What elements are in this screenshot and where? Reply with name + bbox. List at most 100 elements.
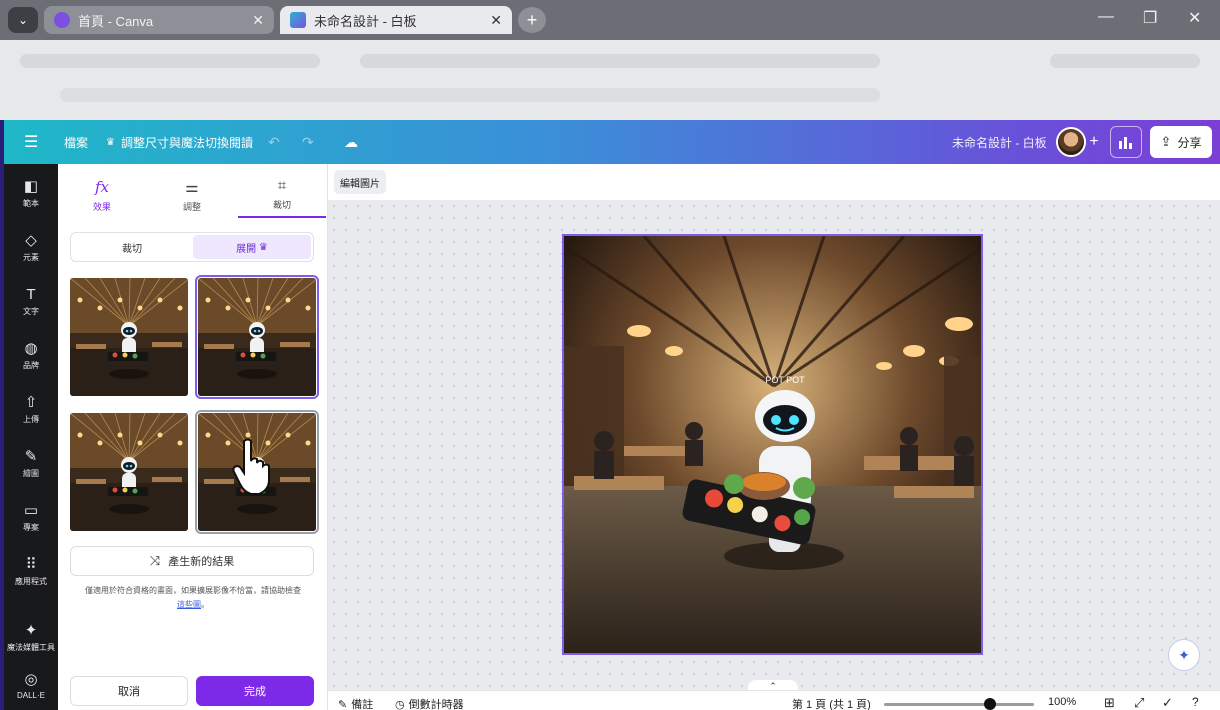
tab-label: 效果 bbox=[92, 201, 111, 212]
rail-label: 應用程式 bbox=[15, 577, 47, 586]
crown-icon: ♛ bbox=[106, 136, 115, 148]
generate-new-results-button[interactable]: ⤨ 產生新的結果 bbox=[70, 546, 314, 576]
hand-cursor-icon bbox=[232, 437, 274, 498]
rail-item-magic-media[interactable]: ✦ 魔法媒體工具 bbox=[4, 614, 58, 662]
magic-assistant-button[interactable]: ✦ bbox=[1168, 639, 1200, 671]
tab-title: 首頁 - Canva bbox=[78, 13, 154, 29]
rail-item-brand[interactable]: ◍ 品牌 bbox=[4, 332, 58, 380]
undo-icon[interactable]: ↶ bbox=[268, 120, 280, 164]
rail-label: DALL·E bbox=[16, 691, 45, 700]
address-bar-area bbox=[0, 40, 1220, 120]
done-button[interactable]: 完成 bbox=[196, 676, 314, 706]
sliders-icon: ⚌ bbox=[185, 178, 199, 196]
blurred-content bbox=[360, 54, 880, 68]
zoom-percent[interactable]: 100% bbox=[1048, 696, 1076, 708]
tab-label: 裁切 bbox=[272, 200, 291, 210]
whiteboard-favicon-icon bbox=[290, 12, 306, 28]
timer-button[interactable]: ◷ 倒數計時器 bbox=[395, 696, 464, 710]
crown-icon: ♛ bbox=[258, 241, 268, 253]
shapes-icon: ◇ bbox=[25, 232, 37, 249]
tab-effects[interactable]: fx 效果 bbox=[58, 172, 146, 218]
rail-item-dalle[interactable]: ◎ DALL·E bbox=[4, 662, 58, 710]
help-icon[interactable]: ? bbox=[1192, 695, 1199, 709]
rail-label: 元素 bbox=[23, 253, 39, 262]
resize-label: 調整尺寸與魔法切換閱讀 bbox=[120, 135, 253, 150]
robot-sign: POT POT bbox=[765, 375, 805, 385]
tab-adjust[interactable]: ⚌ 調整 bbox=[148, 172, 236, 218]
result-thumbnail-2[interactable] bbox=[195, 275, 319, 399]
tab-label: 調整 bbox=[182, 201, 201, 212]
close-icon[interactable]: ✕ bbox=[490, 12, 502, 29]
zoom-slider-handle[interactable] bbox=[984, 698, 996, 710]
rail-label: 專案 bbox=[23, 523, 39, 532]
rail-label: 文字 bbox=[23, 307, 39, 316]
result-thumbnail-1[interactable] bbox=[70, 278, 188, 396]
new-tab-button[interactable]: + bbox=[518, 7, 546, 33]
rail-item-text[interactable]: T 文字 bbox=[4, 278, 58, 326]
context-toolbar bbox=[328, 164, 1220, 200]
cloud-saved-icon[interactable]: ☁ bbox=[344, 120, 358, 164]
rail-item-projects[interactable]: ▭ 專案 bbox=[4, 494, 58, 542]
upload-icon: ⇧ bbox=[24, 394, 38, 411]
share-button[interactable]: ⇪ 分享 bbox=[1150, 126, 1212, 158]
tab-title: 未命名設計 - 白板 bbox=[314, 13, 417, 29]
grid-view-icon[interactable]: ⊞ bbox=[1104, 695, 1115, 710]
window-close-button[interactable]: ✕ bbox=[1188, 8, 1201, 28]
tab-untitled-design[interactable]: 未命名設計 - 白板 ✕ bbox=[280, 6, 512, 34]
rail-label: 魔法媒體工具 bbox=[7, 643, 55, 652]
brand-icon: ◍ bbox=[24, 340, 38, 357]
close-icon[interactable]: ✕ bbox=[252, 12, 264, 29]
minimize-button[interactable]: — bbox=[1098, 8, 1114, 26]
notes-button[interactable]: ✎ 備註 bbox=[338, 696, 373, 710]
restore-button[interactable]: ❐ bbox=[1143, 8, 1157, 28]
note-link[interactable]: 這些圖 bbox=[177, 600, 201, 609]
tab-crop[interactable]: ⌗ 裁切 bbox=[238, 172, 326, 218]
crop-expand-toggle: 裁切 展開 ♛ bbox=[70, 232, 314, 262]
canva-favicon-icon bbox=[54, 12, 70, 28]
edit-image-chip[interactable]: 編輯圖片 bbox=[334, 170, 386, 194]
cancel-button[interactable]: 取消 bbox=[70, 676, 188, 706]
share-label: 分享 bbox=[1177, 135, 1202, 150]
avatar[interactable] bbox=[1056, 127, 1086, 157]
editor-header: ☰ 檔案 ♛ 調整尺寸與魔法切換閱讀 ↶ ↷ ☁ 未命名設計 - 白板 + ⇪ … bbox=[4, 120, 1220, 164]
expand-option[interactable]: 展開 ♛ bbox=[193, 235, 311, 259]
rail-item-templates[interactable]: ◧ 範本 bbox=[4, 170, 58, 218]
crop-option[interactable]: 裁切 bbox=[73, 235, 191, 259]
redo-icon[interactable]: ↷ bbox=[302, 120, 314, 164]
rail-item-uploads[interactable]: ⇧ 上傳 bbox=[4, 386, 58, 434]
rail-item-elements[interactable]: ◇ 元素 bbox=[4, 224, 58, 272]
result-thumbnail-3[interactable] bbox=[70, 413, 188, 531]
layout-icon: ◧ bbox=[23, 178, 39, 195]
blurred-content bbox=[1050, 54, 1200, 68]
shuffle-icon: ⤨ bbox=[149, 553, 161, 568]
insights-button[interactable] bbox=[1110, 126, 1142, 158]
restaurant-robot-image[interactable]: POT POT bbox=[562, 234, 983, 655]
text-icon: T bbox=[26, 286, 36, 303]
file-menu[interactable]: 檔案 bbox=[64, 120, 88, 164]
check-icon[interactable]: ✓ bbox=[1162, 695, 1173, 710]
resize-menu[interactable]: ♛ 調整尺寸與魔法切換閱讀 bbox=[106, 120, 253, 164]
note-tail: 。 bbox=[201, 600, 209, 609]
rail-label: 繪圖 bbox=[23, 469, 39, 478]
fx-icon: fx bbox=[94, 177, 109, 196]
upload-icon: ⇪ bbox=[1160, 134, 1172, 149]
tab-search-button[interactable]: ⌄ bbox=[8, 7, 38, 33]
browser-tab-bar: ⌄ 首頁 - Canva ✕ 未命名設計 - 白板 ✕ + — ❐ ✕ bbox=[0, 0, 1220, 40]
generate-label: 產生新的結果 bbox=[168, 556, 235, 568]
add-people-button[interactable]: + bbox=[1084, 132, 1104, 152]
rail-item-draw[interactable]: ✎ 繪圖 bbox=[4, 440, 58, 488]
design-title[interactable]: 未命名設計 - 白板 bbox=[952, 120, 1047, 164]
blurred-content bbox=[20, 54, 320, 68]
rail-item-apps[interactable]: ⠿ 應用程式 bbox=[4, 548, 58, 596]
tab-canva-home[interactable]: 首頁 - Canva ✕ bbox=[44, 6, 274, 34]
fullscreen-icon[interactable]: ⤢ bbox=[1134, 695, 1144, 710]
zoom-slider-track[interactable] bbox=[884, 703, 1034, 706]
dalle-icon: ◎ bbox=[24, 671, 38, 688]
notes-label: 備註 bbox=[351, 699, 374, 710]
menu-icon[interactable]: ☰ bbox=[24, 120, 38, 164]
folder-icon: ▭ bbox=[23, 502, 39, 519]
crop-icon: ⌗ bbox=[277, 177, 287, 194]
rail-label: 上傳 bbox=[23, 415, 39, 424]
sparkle-icon: ✦ bbox=[1178, 646, 1190, 663]
apps-icon: ⠿ bbox=[25, 556, 37, 573]
